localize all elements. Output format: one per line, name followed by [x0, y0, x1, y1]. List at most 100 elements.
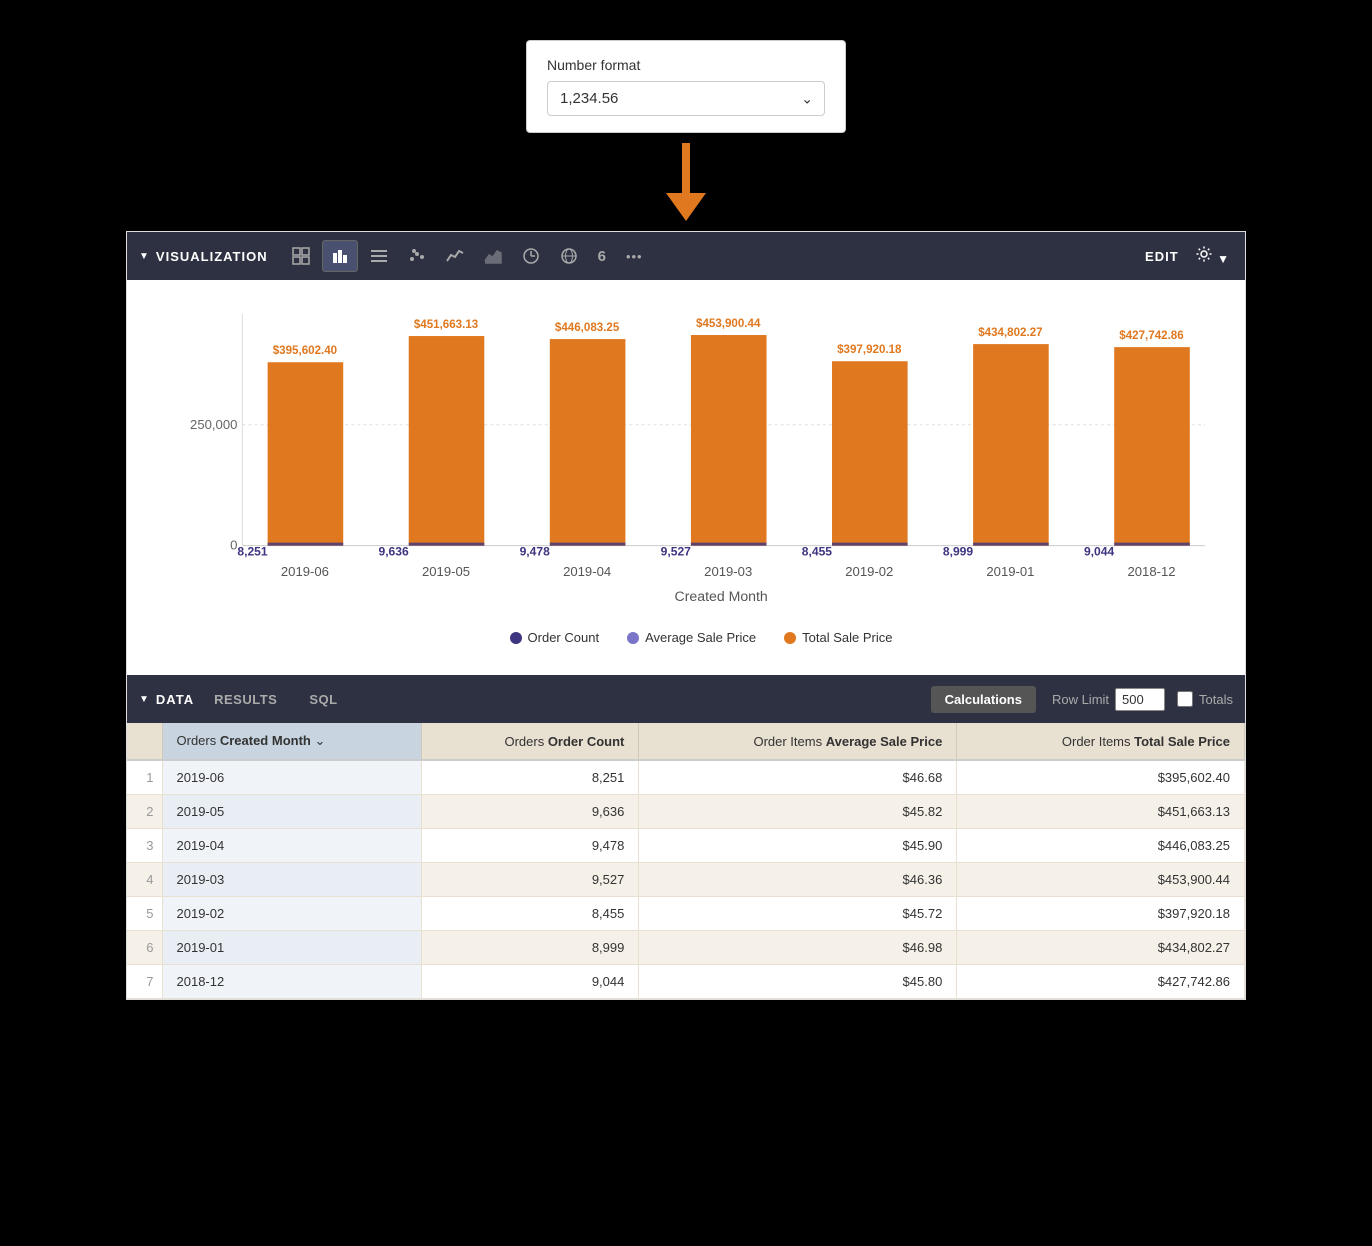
number-display-button[interactable]: 6 [590, 242, 614, 271]
cell-total: $451,663.13 [957, 795, 1245, 829]
table-row: 4 2019-03 9,527 $46.36 $453,900.44 [127, 863, 1245, 897]
cell-count: 9,478 [422, 829, 639, 863]
cell-total: $395,602.40 [957, 760, 1245, 795]
cell-count: 8,999 [422, 931, 639, 965]
col-total-price-header: Order Items Total Sale Price [957, 723, 1245, 760]
table-row: 5 2019-02 8,455 $45.72 $397,920.18 [127, 897, 1245, 931]
scatter-plot-button[interactable] [400, 241, 434, 271]
row-limit-input[interactable] [1115, 688, 1165, 711]
table-view-button[interactable] [284, 241, 318, 271]
gear-icon [1195, 245, 1213, 263]
row-number: 3 [127, 829, 162, 863]
cell-count: 9,636 [422, 795, 639, 829]
bar-chart-button[interactable] [322, 240, 358, 272]
bar-2019-02 [832, 361, 908, 545]
svg-text:2019-03: 2019-03 [704, 564, 752, 579]
results-tab[interactable]: RESULTS [198, 675, 293, 723]
number-format-popup: Number format 1,234.56 1234.56 $1,234.56… [526, 40, 846, 133]
line-chart-button[interactable] [438, 241, 472, 271]
totals-checkbox[interactable] [1177, 691, 1193, 707]
svg-text:$397,920.18: $397,920.18 [837, 344, 902, 356]
svg-text:$451,663.13: $451,663.13 [414, 319, 479, 331]
bar-2019-04 [550, 339, 626, 546]
bar-chart-icon [331, 247, 349, 265]
chart-legend: Order Count Average Sale Price Total Sal… [187, 620, 1215, 665]
svg-text:250,000: 250,000 [190, 417, 237, 432]
legend-dot-order-count [510, 632, 522, 644]
cell-total: $427,742.86 [957, 965, 1245, 999]
table-row: 3 2019-04 9,478 $45.90 $446,083.25 [127, 829, 1245, 863]
area-chart-icon [484, 247, 502, 265]
arrow-head [666, 193, 706, 221]
svg-text:$427,742.86: $427,742.86 [1119, 330, 1184, 342]
cell-avg: $46.98 [639, 931, 957, 965]
row-number: 7 [127, 965, 162, 999]
row-number: 6 [127, 931, 162, 965]
row-number: 4 [127, 863, 162, 897]
arrow-indicator [666, 143, 706, 221]
cell-avg: $46.68 [639, 760, 957, 795]
table-row: 7 2018-12 9,044 $45.80 $427,742.86 [127, 965, 1245, 999]
main-container: ▼ VISUALIZATION [126, 231, 1246, 1000]
list-icon [370, 247, 388, 265]
list-view-button[interactable] [362, 241, 396, 271]
area-chart-button[interactable] [476, 241, 510, 271]
table-row: 2 2019-05 9,636 $45.82 $451,663.13 [127, 795, 1245, 829]
svg-text:9,636: 9,636 [378, 545, 409, 559]
cell-count: 8,251 [422, 760, 639, 795]
svg-text:Created Month: Created Month [675, 588, 768, 604]
svg-text:2019-01: 2019-01 [986, 564, 1034, 579]
legend-order-count: Order Count [510, 630, 600, 645]
cell-count: 9,527 [422, 863, 639, 897]
line-chart-icon [446, 247, 464, 265]
chevron-left-icon: ▼ [139, 251, 150, 262]
cell-date: 2019-05 [162, 795, 422, 829]
legend-total-price: Total Sale Price [784, 630, 892, 645]
svg-text:8,251: 8,251 [237, 545, 268, 559]
svg-text:9,527: 9,527 [661, 545, 692, 559]
clock-icon [522, 247, 540, 265]
edit-button[interactable]: EDIT [1137, 249, 1187, 264]
row-number: 1 [127, 760, 162, 795]
cell-date: 2019-01 [162, 931, 422, 965]
col-created-month-header[interactable]: Orders Created Month ⌄ [162, 723, 422, 760]
clock-chart-button[interactable] [514, 241, 548, 271]
row-limit-label: Row Limit [1052, 692, 1109, 707]
table-icon [292, 247, 310, 265]
cell-date: 2019-03 [162, 863, 422, 897]
viz-section-title: ▼ VISUALIZATION [139, 249, 268, 264]
more-options-button[interactable]: ••• [618, 243, 651, 270]
cell-avg: $46.36 [639, 863, 957, 897]
totals-label: Totals [1177, 691, 1233, 707]
cell-date: 2019-04 [162, 829, 422, 863]
svg-text:2019-02: 2019-02 [845, 564, 893, 579]
legend-avg-price: Average Sale Price [627, 630, 756, 645]
svg-text:$434,802.27: $434,802.27 [978, 327, 1042, 339]
svg-text:9,044: 9,044 [1084, 545, 1115, 559]
cell-avg: $45.82 [639, 795, 957, 829]
viz-header: ▼ VISUALIZATION [127, 232, 1245, 280]
number-format-label: Number format [547, 57, 825, 73]
data-table: Orders Created Month ⌄ Orders Order Coun… [127, 723, 1245, 999]
svg-text:2019-04: 2019-04 [563, 564, 611, 579]
scatter-icon [408, 247, 426, 265]
map-button[interactable] [552, 241, 586, 271]
cell-total: $434,802.27 [957, 931, 1245, 965]
svg-text:9,478: 9,478 [520, 545, 551, 559]
sql-tab[interactable]: SQL [293, 675, 353, 723]
svg-text:8,999: 8,999 [943, 545, 974, 559]
number-format-select[interactable]: 1,234.56 1234.56 $1,234.56 [547, 81, 825, 116]
cell-date: 2019-02 [162, 897, 422, 931]
svg-text:$453,900.44: $453,900.44 [696, 318, 761, 330]
number-display-icon: 6 [598, 248, 606, 265]
settings-button[interactable]: ▼ [1191, 245, 1233, 268]
cell-count: 9,044 [422, 965, 639, 999]
bar-2019-06 [268, 362, 344, 545]
legend-dot-total-price [784, 632, 796, 644]
arrow-shaft [682, 143, 690, 193]
calculations-button[interactable]: Calculations [931, 686, 1036, 713]
svg-text:$395,602.40: $395,602.40 [273, 345, 337, 357]
legend-dot-avg-price [627, 632, 639, 644]
table-row: 1 2019-06 8,251 $46.68 $395,602.40 [127, 760, 1245, 795]
cell-avg: $45.72 [639, 897, 957, 931]
